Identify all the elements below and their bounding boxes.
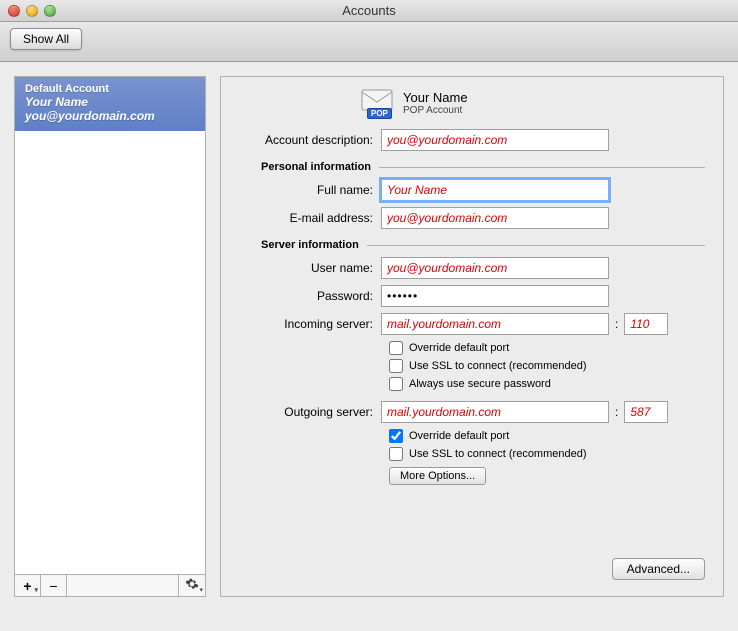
server-info-divider: Server information xyxy=(231,239,705,251)
incoming-override-port-label: Override default port xyxy=(409,342,509,354)
personal-info-divider: Personal information xyxy=(231,161,705,173)
incoming-port-colon: : xyxy=(609,317,624,331)
account-header: POP Your Name POP Account xyxy=(361,89,705,117)
sidebar-account-email: you@yourdomain.com xyxy=(25,109,195,123)
secure-password-checkbox[interactable] xyxy=(389,377,403,391)
minimize-icon[interactable] xyxy=(26,5,38,17)
secure-password-label: Always use secure password xyxy=(409,378,551,390)
accounts-sidebar: Default Account Your Name you@yourdomain… xyxy=(14,76,206,597)
titlebar: Accounts xyxy=(0,0,738,22)
window-controls xyxy=(0,5,56,17)
outgoing-override-port-checkbox[interactable] xyxy=(389,429,403,443)
plus-icon: + xyxy=(23,578,31,594)
outgoing-ssl-label: Use SSL to connect (recommended) xyxy=(409,448,587,460)
outgoing-port-colon: : xyxy=(609,405,624,419)
password-input[interactable] xyxy=(381,285,609,307)
account-details-panel: POP Your Name POP Account Account descri… xyxy=(220,76,724,597)
more-options-button[interactable]: More Options... xyxy=(389,467,486,485)
chevron-down-icon: ▾ xyxy=(199,586,203,594)
account-header-name: Your Name xyxy=(403,90,468,105)
account-description-input[interactable] xyxy=(381,129,609,151)
incoming-override-port-checkbox[interactable] xyxy=(389,341,403,355)
show-all-button[interactable]: Show All xyxy=(10,28,82,50)
personal-info-heading: Personal information xyxy=(231,161,379,173)
chevron-down-icon: ▾ xyxy=(34,586,38,594)
remove-account-button[interactable]: − xyxy=(41,575,67,596)
sidebar-footer: + ▾ − ▾ xyxy=(15,574,205,596)
account-actions-button[interactable]: ▾ xyxy=(179,575,205,596)
outgoing-ssl-checkbox[interactable] xyxy=(389,447,403,461)
incoming-server-input[interactable] xyxy=(381,313,609,335)
pop-badge: POP xyxy=(367,108,392,119)
server-info-heading: Server information xyxy=(231,239,367,251)
gear-icon xyxy=(185,577,199,594)
sidebar-empty xyxy=(15,131,205,574)
outgoing-server-label: Outgoing server: xyxy=(231,405,381,419)
email-input[interactable] xyxy=(381,207,609,229)
sidebar-account-heading: Default Account xyxy=(25,83,195,95)
full-name-input[interactable] xyxy=(381,179,609,201)
email-label: E-mail address: xyxy=(231,211,381,225)
advanced-button[interactable]: Advanced... xyxy=(612,558,705,580)
full-name-label: Full name: xyxy=(231,183,381,197)
window-title: Accounts xyxy=(0,3,738,18)
account-description-label: Account description: xyxy=(231,133,381,147)
incoming-port-input[interactable] xyxy=(624,313,668,335)
outgoing-server-input[interactable] xyxy=(381,401,609,423)
outgoing-override-port-label: Override default port xyxy=(409,430,509,442)
mail-icon: POP xyxy=(361,89,393,117)
minus-icon: − xyxy=(49,578,57,594)
add-account-button[interactable]: + ▾ xyxy=(15,575,41,596)
username-input[interactable] xyxy=(381,257,609,279)
close-icon[interactable] xyxy=(8,5,20,17)
incoming-server-label: Incoming server: xyxy=(231,317,381,331)
outgoing-port-input[interactable] xyxy=(624,401,668,423)
sidebar-footer-spacer xyxy=(67,575,179,596)
zoom-icon[interactable] xyxy=(44,5,56,17)
incoming-ssl-checkbox[interactable] xyxy=(389,359,403,373)
username-label: User name: xyxy=(231,261,381,275)
password-label: Password: xyxy=(231,289,381,303)
incoming-ssl-label: Use SSL to connect (recommended) xyxy=(409,360,587,372)
sidebar-account-name: Your Name xyxy=(25,95,195,109)
account-header-type: POP Account xyxy=(403,105,468,116)
sidebar-account-selected[interactable]: Default Account Your Name you@yourdomain… xyxy=(15,77,205,131)
toolbar: Show All xyxy=(0,22,738,62)
